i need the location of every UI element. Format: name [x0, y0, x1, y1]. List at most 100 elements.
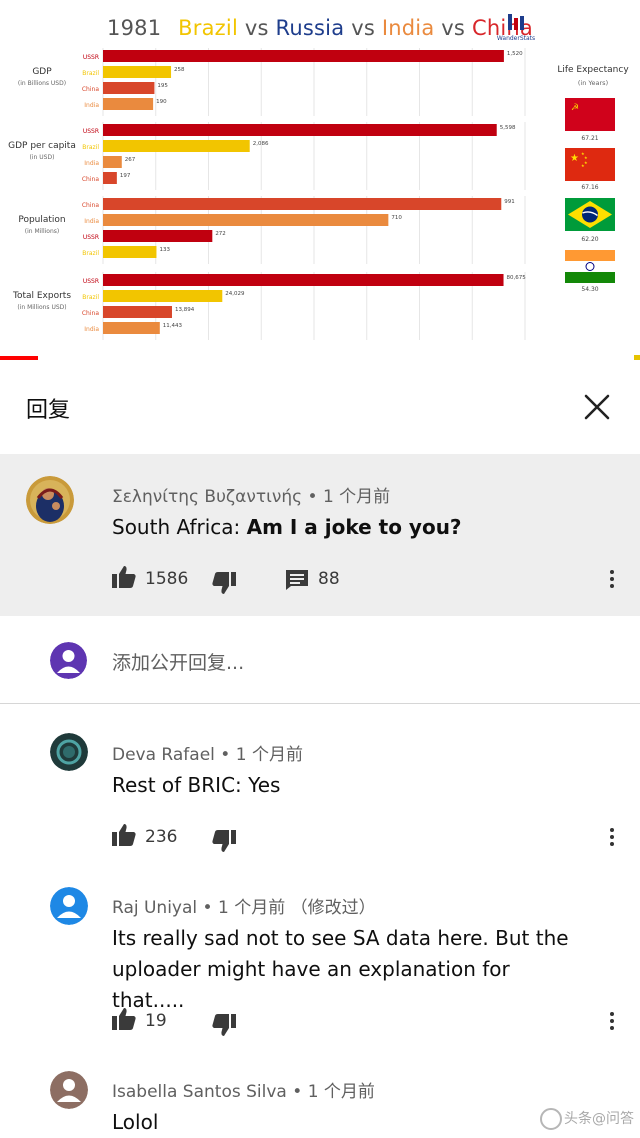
value-label: 1,520	[507, 51, 523, 57]
comment-icon[interactable]	[286, 570, 308, 590]
title-india: India	[381, 16, 435, 40]
value-label: 13,894	[175, 307, 195, 313]
svg-text:★: ★	[570, 153, 579, 164]
value-label: 267	[125, 157, 136, 163]
comment-author[interactable]: Deva Rafael	[112, 745, 215, 765]
bar	[103, 230, 213, 242]
avatar[interactable]	[50, 887, 88, 925]
section-label: Total Exports	[12, 291, 71, 301]
section-label: GDP per capita	[8, 141, 76, 151]
value-label: 991	[504, 199, 514, 205]
comment-author[interactable]: Σεληνίτης Βυζαντινής	[112, 487, 302, 507]
country-label: China	[82, 86, 99, 93]
comment-time: 1 个月前	[235, 745, 303, 765]
bar	[103, 198, 502, 210]
life-expectancy-unit: (in Years)	[577, 79, 609, 87]
life-expectancy-value: 62.20	[581, 236, 599, 243]
avatar[interactable]	[50, 1071, 88, 1109]
add-reply-row[interactable]: 添加公开回复...	[0, 616, 640, 704]
country-label: Brazil	[82, 70, 99, 77]
life-expectancy-value: 54.30	[581, 286, 599, 293]
country-label: China	[82, 310, 99, 317]
country-label: India	[84, 326, 99, 333]
avatar[interactable]	[26, 476, 74, 524]
close-icon[interactable]	[582, 392, 612, 422]
watermark-text: 头条@问答	[564, 1111, 634, 1127]
comment-text: Lolol	[112, 1110, 159, 1134]
value-label: 80,675	[507, 275, 527, 281]
thumbs-down-icon[interactable]	[212, 572, 236, 594]
title-russia: Russia	[275, 16, 345, 40]
thumbs-up-icon[interactable]	[112, 824, 136, 846]
value-label: 272	[215, 231, 226, 237]
more-options-icon[interactable]	[609, 570, 615, 592]
watermark: 头条@问答	[540, 1108, 634, 1130]
comment-meta: Deva Rafael • 1 个月前	[112, 740, 303, 765]
life-expectancy-value: 67.21	[581, 135, 599, 142]
watermark-logo-icon	[540, 1108, 562, 1130]
country-label: China	[82, 202, 99, 209]
bar	[103, 246, 157, 258]
parent-comment: Σεληνίτης Βυζαντινής • 1 个月前 South Afric…	[0, 454, 640, 616]
wanderstats-logo: WanderStats	[497, 14, 535, 42]
value-label: 195	[157, 83, 168, 89]
value-label: 24,029	[225, 291, 245, 297]
value-label: 710	[391, 215, 402, 221]
country-label: India	[84, 102, 99, 109]
value-label: 258	[174, 67, 185, 73]
country-label: Brazil	[82, 250, 99, 257]
section-unit: (in USD)	[30, 154, 55, 161]
country-label: India	[84, 160, 99, 167]
reply-count: 88	[318, 569, 340, 589]
country-label: USSR	[83, 278, 99, 285]
title-vs: vs	[351, 16, 375, 40]
comment-author[interactable]: Raj Uniyal	[112, 898, 197, 918]
bar	[103, 66, 172, 78]
title-vs: vs	[244, 16, 269, 40]
add-reply-input[interactable]: 添加公开回复...	[112, 648, 244, 675]
avatar[interactable]	[50, 733, 88, 771]
bar	[103, 214, 389, 226]
section-unit: (in Millions)	[25, 228, 60, 235]
value-label: 5,598	[500, 125, 516, 131]
section-label: Population	[18, 215, 65, 225]
comment-meta: Raj Uniyal • 1 个月前 （修改过）	[112, 893, 376, 918]
section-unit: (in Billions USD)	[18, 80, 66, 87]
thumbs-down-icon[interactable]	[212, 1014, 236, 1036]
like-count: 19	[145, 1011, 167, 1031]
bar	[103, 82, 155, 94]
india-flag-icon	[565, 250, 615, 283]
more-options-icon[interactable]	[609, 1012, 615, 1034]
comment-text: Its really sad not to see SA data here. …	[112, 926, 569, 1012]
country-label: India	[84, 218, 99, 225]
svg-text:★: ★	[581, 163, 585, 168]
value-label: 11,443	[163, 323, 183, 329]
china-flag-icon: ★ ★ ★ ★ ★	[565, 148, 615, 181]
meta-separator: •	[220, 745, 236, 765]
bar	[103, 290, 223, 302]
comment-meta: Σεληνίτης Βυζαντινής • 1 个月前	[112, 482, 390, 507]
comment-text-prefix: South Africa:	[112, 515, 247, 539]
life-expectancy-label: Life Expectancy	[557, 65, 629, 75]
country-label: USSR	[83, 128, 99, 135]
thumbs-down-icon[interactable]	[212, 830, 236, 852]
video-player[interactable]: 1981 Brazil vs Russia vs India vs China …	[0, 0, 640, 360]
thumbs-up-icon[interactable]	[112, 566, 136, 588]
meta-separator: •	[292, 1082, 308, 1102]
country-label: USSR	[83, 234, 99, 241]
country-label: Brazil	[82, 294, 99, 301]
country-label: USSR	[83, 54, 99, 61]
comment-text: Rest of BRIC: Yes	[112, 773, 281, 797]
thumbs-up-icon[interactable]	[112, 1008, 136, 1030]
more-options-icon[interactable]	[609, 828, 615, 850]
meta-separator: •	[202, 898, 218, 918]
value-label: 197	[120, 173, 131, 179]
bar	[103, 306, 172, 318]
comment-time: 1 个月前	[217, 898, 286, 918]
life-expectancy-title: Life Expectancy (in Years)	[548, 64, 638, 90]
brazil-flag-icon	[565, 198, 615, 231]
bar	[103, 172, 117, 184]
like-count: 236	[145, 827, 178, 847]
title-brazil: Brazil	[178, 16, 238, 40]
comment-author[interactable]: Isabella Santos Silva	[112, 1082, 287, 1102]
